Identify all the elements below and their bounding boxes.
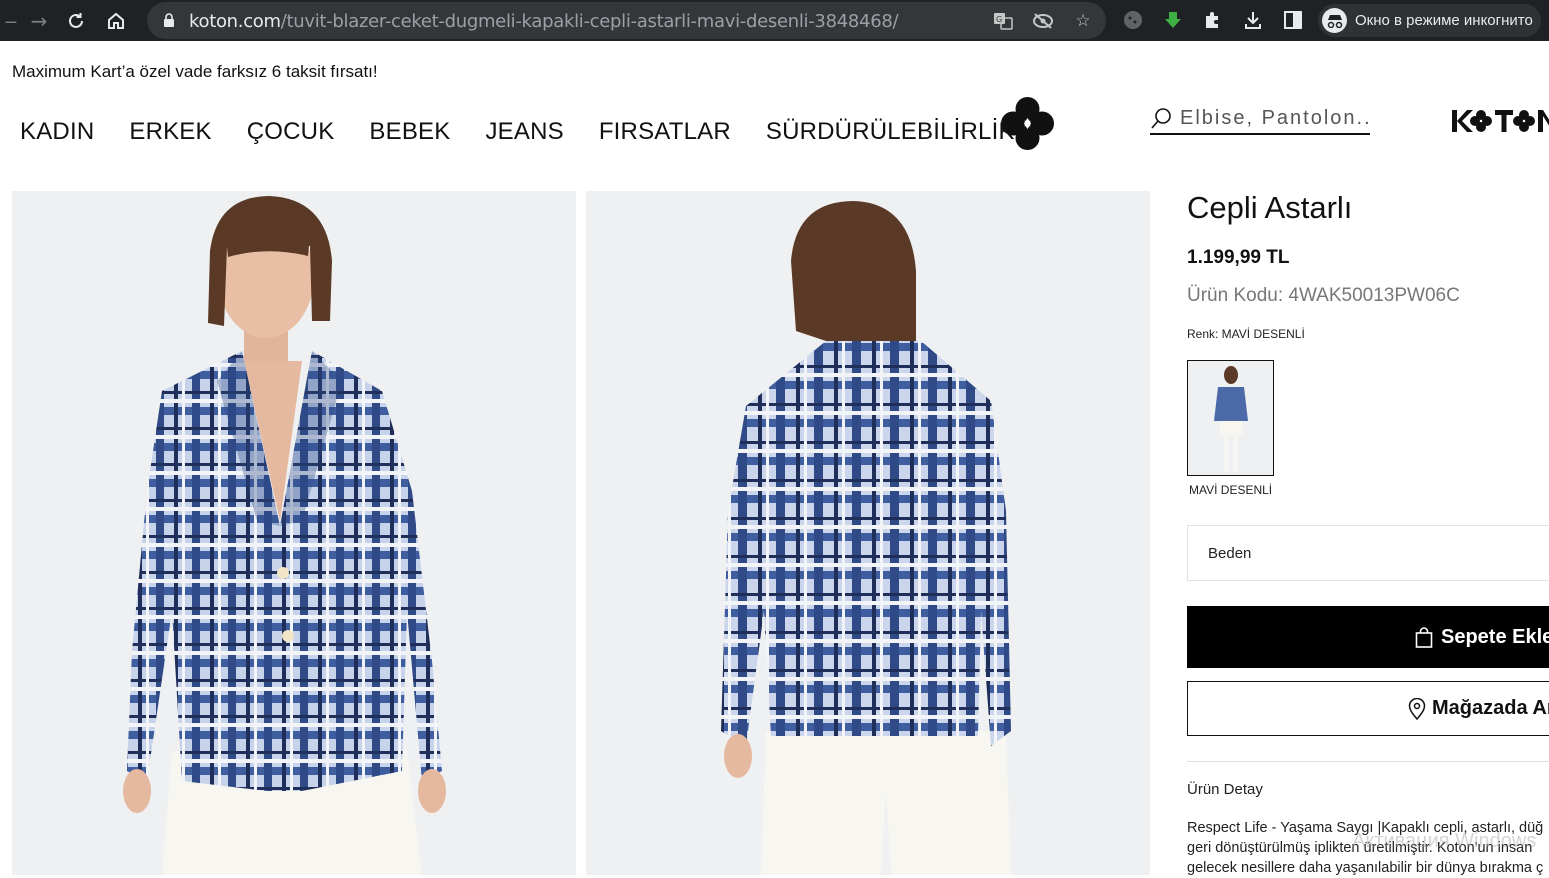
windows-activation-watermark: Активация Windows bbox=[1352, 830, 1537, 852]
side-panel-icon[interactable] bbox=[1280, 6, 1306, 34]
extension-download-arrow-icon[interactable] bbox=[1160, 6, 1186, 34]
tracking-blocked-eye-icon[interactable] bbox=[1030, 8, 1056, 34]
incognito-indicator[interactable]: Окно в режиме инкогнито bbox=[1318, 4, 1541, 37]
location-pin-icon bbox=[1408, 697, 1426, 720]
downloads-icon[interactable] bbox=[1240, 6, 1266, 34]
size-select[interactable]: Beden bbox=[1187, 525, 1549, 581]
extension-cookie-icon[interactable] bbox=[1120, 6, 1146, 34]
product-price: 1.199,99 TL bbox=[1187, 247, 1290, 268]
reload-icon[interactable] bbox=[56, 0, 96, 41]
nav-item-firsatlar[interactable]: FIRSATLAR bbox=[599, 118, 731, 146]
promo-banner[interactable]: Maximum Kart’a özel vade farksız 6 taksi… bbox=[12, 62, 378, 82]
add-to-cart-label: Sepete Ekle bbox=[1441, 625, 1549, 648]
search-icon[interactable] bbox=[1150, 106, 1174, 130]
back-arrow-icon[interactable]: ‒ bbox=[0, 0, 22, 41]
nav-item-kadin[interactable]: KADIN bbox=[20, 118, 94, 146]
search-input[interactable] bbox=[1180, 106, 1368, 130]
incognito-label: Окно в режиме инкогнито bbox=[1355, 12, 1533, 29]
product-detail-heading[interactable]: Ürün Detay bbox=[1187, 781, 1263, 798]
shopping-bag-icon bbox=[1415, 626, 1433, 648]
section-divider bbox=[1187, 761, 1549, 762]
koton-logo[interactable] bbox=[1450, 104, 1549, 138]
nav-item-surdurulebilirlik[interactable]: SÜRDÜRÜLEBİLİRLİK bbox=[766, 118, 1015, 146]
lock-icon bbox=[164, 13, 174, 27]
translate-icon[interactable]: G bbox=[990, 8, 1016, 34]
home-icon[interactable] bbox=[96, 0, 136, 41]
product-image-back[interactable] bbox=[586, 191, 1150, 875]
extensions-puzzle-icon[interactable] bbox=[1200, 6, 1226, 34]
clover-logo-icon[interactable] bbox=[1000, 96, 1055, 151]
url-text[interactable]: koton.com/tuvit-blazer-ceket-dugmeli-kap… bbox=[189, 11, 899, 32]
address-bar[interactable]: koton.com/tuvit-blazer-ceket-dugmeli-kap… bbox=[147, 2, 1106, 39]
browser-toolbar: ‒ → koton.com/tuvit-blazer-ceket-dugmeli… bbox=[0, 0, 1549, 41]
nav-item-jeans[interactable]: JEANS bbox=[485, 118, 563, 146]
url-host: koton.com bbox=[189, 11, 281, 32]
size-select-label: Beden bbox=[1208, 544, 1252, 562]
product-title: Cepli Astarlı bbox=[1187, 190, 1353, 225]
search-bar bbox=[1150, 103, 1370, 135]
product-image-front[interactable] bbox=[12, 191, 576, 875]
nav-item-cocuk[interactable]: ÇOCUK bbox=[247, 118, 335, 146]
url-path: /tuvit-blazer-ceket-dugmeli-kapakli-cepl… bbox=[280, 11, 899, 32]
color-label: Renk: MAVİ DESENLİ bbox=[1187, 327, 1305, 341]
svg-text:G: G bbox=[996, 15, 1002, 24]
incognito-icon bbox=[1322, 8, 1347, 33]
find-in-store-label: Mağazada Ara bbox=[1432, 697, 1549, 719]
description-line: gelecek nesillere daha yaşanılabilir bir… bbox=[1187, 860, 1544, 876]
main-nav: KADIN ERKEK ÇOCUK BEBEK JEANS FIRSATLAR … bbox=[20, 118, 1050, 146]
product-code: Ürün Kodu: 4WAK50013PW06C bbox=[1187, 285, 1460, 306]
bookmark-star-icon[interactable]: ☆ bbox=[1070, 8, 1096, 34]
nav-item-bebek[interactable]: BEBEK bbox=[369, 118, 450, 146]
swatch-label: MAVİ DESENLİ bbox=[1189, 483, 1273, 497]
forward-arrow-icon[interactable]: → bbox=[22, 0, 56, 41]
nav-item-erkek[interactable]: ERKEK bbox=[129, 118, 211, 146]
find-in-store-button[interactable]: Mağazada Ara bbox=[1187, 681, 1549, 736]
add-to-cart-button[interactable]: Sepete Ekle bbox=[1187, 606, 1549, 668]
color-swatch-mavi-desenli[interactable] bbox=[1187, 360, 1274, 476]
